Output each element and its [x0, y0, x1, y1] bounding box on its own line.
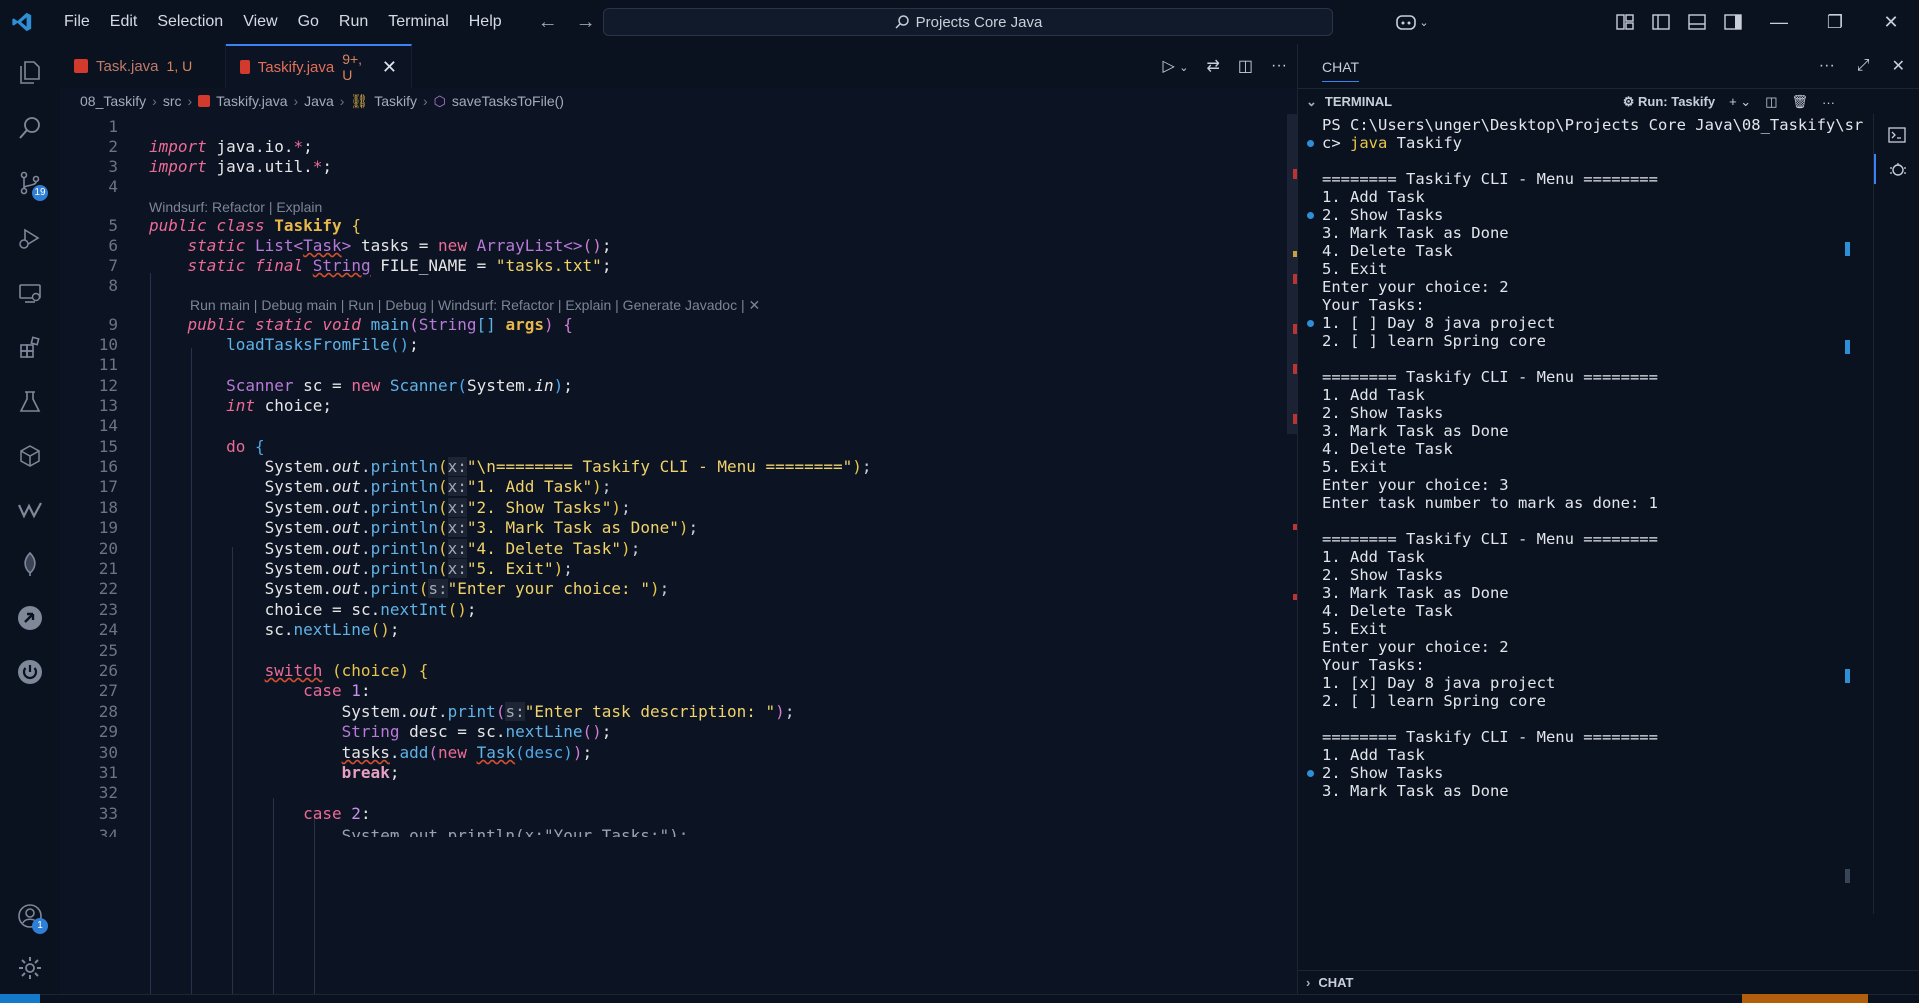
breadcrumb-item[interactable]: Java: [304, 93, 334, 109]
close-panel-icon[interactable]: ✕: [1892, 56, 1905, 76]
code-editor[interactable]: 1 2 import java.io.*; 3 import java.util.*…: [60, 114, 1297, 994]
secondary-panel: CHAT ··· ⤢ ✕ ⌄ TERMINAL ⚙ Run: Taskify +…: [1297, 44, 1919, 994]
chevron-down-icon: ⌄: [1306, 93, 1317, 109]
testing-flask-icon[interactable]: [0, 378, 60, 426]
containers-icon[interactable]: [0, 432, 60, 480]
tab-taskify-java[interactable]: Taskify.java 9+, U ✕: [226, 44, 412, 88]
source-control-icon[interactable]: 19: [0, 159, 60, 207]
github-actions-icon[interactable]: [0, 594, 60, 642]
terminal-title: TERMINAL: [1324, 94, 1393, 109]
breadcrumb: 08_Taskify › src › Taskify.java › Java ›…: [80, 92, 564, 110]
accounts-badge: 1: [32, 918, 48, 934]
terminal-scroll-marker: [1845, 340, 1850, 354]
extensions-icon[interactable]: [0, 324, 60, 372]
terminal-scroll-marker: [1845, 669, 1850, 683]
compare-changes-icon[interactable]: ⇄: [1206, 56, 1219, 76]
editor-tabs: Task.java 1, U Taskify.java 9+, U ✕ ▷ ⌄ …: [60, 44, 1297, 88]
menu-help[interactable]: Help: [459, 13, 512, 31]
chat-section-header[interactable]: › CHAT: [1298, 970, 1919, 994]
accounts-icon[interactable]: 1: [0, 892, 60, 940]
menu-bar: File Edit Selection View Go Run Terminal…: [54, 13, 512, 31]
terminal-debug-icon[interactable]: [1874, 154, 1919, 184]
windsurf-icon[interactable]: [0, 486, 60, 534]
title-bar: File Edit Selection View Go Run Terminal…: [0, 0, 1919, 44]
run-taskify-terminal[interactable]: ⚙ Run: Taskify: [1623, 94, 1715, 110]
command-center-search[interactable]: Projects Core Java: [603, 8, 1333, 36]
breadcrumb-item[interactable]: Taskify.java: [216, 93, 287, 109]
activity-bar: 19 1: [0, 44, 60, 994]
split-terminal-icon[interactable]: ◫: [1765, 94, 1777, 110]
tab-label: Task.java: [96, 57, 159, 75]
tab-meta: 1, U: [166, 58, 193, 74]
remote-explorer-icon[interactable]: [0, 269, 60, 317]
explorer-icon[interactable]: [0, 48, 60, 96]
terminal-more-icon[interactable]: ···: [1822, 95, 1835, 110]
menu-view[interactable]: View: [233, 13, 287, 31]
menu-run[interactable]: Run: [329, 13, 378, 31]
chat-footer-label: CHAT: [1318, 975, 1354, 990]
back-arrow-icon[interactable]: ←: [538, 11, 558, 34]
mongodb-leaf-icon[interactable]: [0, 540, 60, 588]
more-actions-icon[interactable]: ···: [1271, 57, 1287, 75]
copilot-icon[interactable]: ⌄: [1390, 7, 1434, 37]
kill-terminal-icon[interactable]: 🗑: [1791, 94, 1808, 110]
split-editor-icon[interactable]: ◫: [1238, 56, 1253, 76]
power-icon[interactable]: [0, 648, 60, 696]
editor-area: Task.java 1, U Taskify.java 9+, U ✕ ▷ ⌄ …: [60, 44, 1297, 994]
terminal-section-header[interactable]: ⌄ TERMINAL ⚙ Run: Taskify + ⌄ ◫ 🗑 ···: [1298, 88, 1919, 114]
maximize-panel-icon[interactable]: ⤢: [1857, 57, 1870, 75]
java-file-icon: [74, 59, 88, 73]
breadcrumb-item[interactable]: Taskify: [374, 93, 417, 109]
menu-go[interactable]: Go: [288, 13, 329, 31]
run-icon[interactable]: ▷ ⌄: [1163, 56, 1189, 76]
more-actions-icon[interactable]: ···: [1819, 57, 1835, 75]
menu-selection[interactable]: Selection: [147, 13, 233, 31]
minimize-button[interactable]: —: [1751, 12, 1807, 33]
status-bar: [0, 994, 1919, 1003]
terminal-scroll-marker: [1845, 869, 1850, 883]
restore-button[interactable]: ❐: [1807, 12, 1863, 33]
menu-file[interactable]: File: [54, 13, 100, 31]
close-tab-icon[interactable]: ✕: [382, 57, 397, 78]
toggle-panel-icon[interactable]: [1682, 7, 1712, 37]
source-control-badge: 19: [32, 185, 48, 201]
chevron-right-icon: ›: [1306, 975, 1311, 990]
java-file-icon: [240, 60, 250, 74]
remote-indicator[interactable]: [0, 994, 40, 1003]
run-debug-icon[interactable]: [0, 214, 60, 262]
menu-edit[interactable]: Edit: [100, 13, 148, 31]
toggle-primary-sidebar-icon[interactable]: [1646, 7, 1676, 37]
breadcrumb-item[interactable]: src: [163, 93, 182, 109]
terminal-list: [1873, 114, 1919, 914]
status-accent-item[interactable]: [1742, 994, 1868, 1003]
method-symbol-icon: ⬡: [433, 92, 446, 109]
breadcrumb-item[interactable]: 08_Taskify: [80, 93, 146, 109]
search-icon: [895, 15, 909, 29]
breadcrumb-item[interactable]: saveTasksToFile(): [452, 93, 564, 109]
terminal-powershell-icon[interactable]: [1874, 120, 1919, 150]
new-terminal-icon[interactable]: + ⌄: [1729, 94, 1751, 110]
tab-meta: 9+, U: [342, 51, 363, 83]
search-sidebar-icon[interactable]: [0, 104, 60, 152]
vscode-logo-icon: [0, 0, 44, 44]
tab-label: Taskify.java: [257, 58, 335, 76]
search-label: Projects Core Java: [915, 13, 1043, 31]
class-symbol-icon: ⛓: [350, 92, 369, 109]
customize-layout-icon[interactable]: [1610, 7, 1640, 37]
toggle-secondary-sidebar-icon[interactable]: [1718, 7, 1748, 37]
java-file-icon: [198, 95, 211, 107]
close-window-button[interactable]: ✕: [1863, 12, 1919, 33]
tab-chat[interactable]: CHAT: [1322, 59, 1360, 82]
menu-terminal[interactable]: Terminal: [378, 13, 458, 31]
terminal-scroll-marker: [1845, 242, 1850, 256]
debug-icon: ⚙: [1622, 94, 1635, 109]
tab-task-java[interactable]: Task.java 1, U: [60, 44, 226, 88]
terminal-output[interactable]: PS C:\Users\unger\Desktop\Projects Core …: [1298, 114, 1863, 1003]
forward-arrow-icon[interactable]: →: [576, 11, 596, 34]
settings-gear-icon[interactable]: [0, 944, 60, 992]
